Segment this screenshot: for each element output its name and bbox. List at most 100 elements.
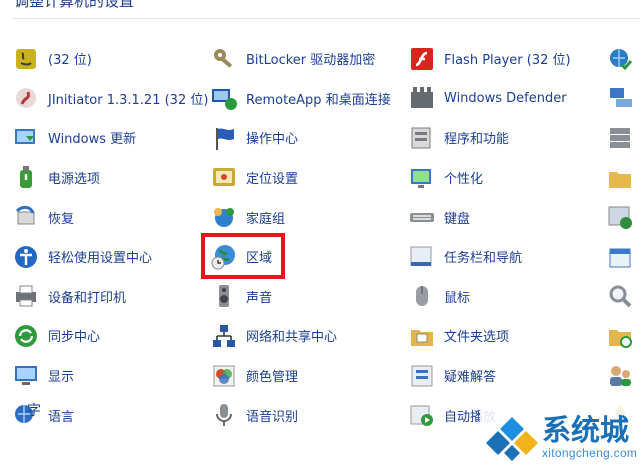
- control-panel-item[interactable]: 同步中心: [12, 316, 100, 356]
- control-panel-item-label: 区域: [246, 251, 273, 267]
- page-title: 调整计算机的设置: [14, 0, 135, 10]
- folder-icon: [606, 164, 634, 192]
- items-row: 恢复 家庭组 键盘: [0, 197, 640, 237]
- items-row: (32 位) BitLocker 驱动器加密 Flash Player (32 位): [0, 39, 640, 79]
- control-panel-item[interactable]: Flash Player (32 位): [408, 39, 571, 79]
- control-panel-item[interactable]: Windows 更新: [12, 118, 136, 158]
- color-management-icon: [210, 362, 238, 390]
- control-panel-item[interactable]: Windows Defender: [408, 79, 567, 119]
- control-panel-item[interactable]: RemoteApp 和桌面连接: [210, 79, 391, 119]
- control-panel-item[interactable]: 颜色管理: [210, 356, 298, 396]
- control-panel-item[interactable]: 网络和共享中心: [210, 316, 337, 356]
- bitlocker-key-icon: [210, 45, 238, 73]
- control-panel-item[interactable]: 鼠标: [408, 277, 470, 317]
- control-panel-item[interactable]: [606, 118, 634, 158]
- control-panel-item[interactable]: 轻松使用设置中心: [12, 237, 152, 277]
- control-panel-item[interactable]: 定位设置: [210, 158, 298, 198]
- control-panel-items-grid: (32 位) BitLocker 驱动器加密 Flash Player (32 位)…: [0, 39, 640, 435]
- window-check-icon: [606, 203, 634, 231]
- control-panel-item[interactable]: 设备和打印机: [12, 277, 126, 317]
- items-row: 轻松使用设置中心 区域 任务栏和导航: [0, 237, 640, 277]
- windows-defender-icon: [408, 84, 436, 112]
- control-panel-item-label: Windows 更新: [48, 132, 137, 148]
- control-panel-item[interactable]: [606, 39, 634, 79]
- language-icon: 字: [12, 401, 40, 429]
- control-panel-item-label: 恢复: [48, 211, 75, 227]
- java-icon: [12, 45, 40, 73]
- control-panel-item-label: 疑难解答: [444, 370, 497, 386]
- remoteapp-icon: [210, 84, 238, 112]
- control-panel-item-label: 定位设置: [246, 172, 299, 188]
- control-panel-item[interactable]: 任务栏和导航: [408, 237, 522, 277]
- control-panel-item[interactable]: 文件夹选项: [408, 316, 509, 356]
- control-panel-item-label: BitLocker 驱动器加密: [246, 53, 376, 69]
- devices-icon: [606, 84, 634, 112]
- control-panel-item[interactable]: [606, 237, 634, 277]
- control-panel-item-label: 程序和功能: [444, 132, 510, 148]
- mouse-icon: [408, 282, 436, 310]
- control-panel-item[interactable]: [606, 277, 634, 317]
- control-panel-item-label: Windows Defender: [444, 90, 567, 106]
- personalization-icon: [408, 164, 436, 192]
- control-panel-item[interactable]: [606, 316, 634, 356]
- control-panel-item[interactable]: 疑难解答: [408, 356, 496, 396]
- user-accounts-icon: [606, 362, 634, 390]
- jinitiator-icon: [12, 84, 40, 112]
- watermark-logo-icon: [486, 413, 538, 461]
- control-panel-item-label: 颜色管理: [246, 370, 299, 386]
- control-panel-item-label: (32 位): [48, 53, 92, 69]
- control-panel-item-label: 声音: [246, 290, 273, 306]
- control-panel-item-label: 轻松使用设置中心: [48, 251, 153, 267]
- watermark: 系统城 xitongcheng.com: [480, 403, 640, 471]
- troubleshooting-icon: [408, 362, 436, 390]
- control-panel-item[interactable]: [606, 356, 634, 396]
- programs-features-icon: [408, 124, 436, 152]
- control-panel-item[interactable]: 程序和功能: [408, 118, 509, 158]
- control-panel-item-label: 显示: [48, 370, 75, 386]
- homegroup-icon: [210, 203, 238, 231]
- control-panel-item[interactable]: BitLocker 驱动器加密: [210, 39, 375, 79]
- control-panel-item[interactable]: 区域: [210, 237, 272, 277]
- sync-center-icon: [12, 322, 40, 350]
- devices-printers-icon: [12, 282, 40, 310]
- control-panel-item-label: 设备和打印机: [48, 290, 127, 306]
- items-row: Windows 更新 操作中心 程序和功能: [0, 118, 640, 158]
- sound-icon: [210, 282, 238, 310]
- items-row: 显示 颜色管理 疑难解答: [0, 356, 640, 396]
- control-panel-item[interactable]: 字语言: [12, 395, 74, 435]
- control-panel-item[interactable]: 声音: [210, 277, 272, 317]
- taskbar-navigation-icon: [408, 243, 436, 271]
- control-panel-item-label: 同步中心: [48, 330, 101, 346]
- control-panel-item-label: 个性化: [444, 172, 484, 188]
- recovery-icon: [12, 203, 40, 231]
- control-panel-item[interactable]: [606, 79, 634, 119]
- control-panel-item-label: Flash Player (32 位): [444, 53, 571, 69]
- watermark-text-cn: 系统城: [542, 413, 630, 447]
- control-panel-item-label: JInitiator 1.3.1.21 (32 位): [48, 92, 209, 108]
- items-row: 电源选项 定位设置 个性化: [0, 158, 640, 198]
- control-panel-item[interactable]: 显示: [12, 356, 74, 396]
- header-strip: 调整计算机的设置: [0, 0, 640, 18]
- control-panel-item[interactable]: 语音识别: [210, 395, 298, 435]
- control-panel-item[interactable]: [606, 158, 634, 198]
- control-panel-item[interactable]: JInitiator 1.3.1.21 (32 位): [12, 79, 208, 119]
- control-panel-item[interactable]: 键盘: [408, 197, 470, 237]
- svg-text:字: 字: [27, 403, 40, 419]
- server-stack-icon: [606, 124, 634, 152]
- control-panel-item[interactable]: 个性化: [408, 158, 483, 198]
- control-panel-item[interactable]: 恢复: [12, 197, 74, 237]
- region-globe-clock-icon: [210, 243, 238, 271]
- folder-clock-icon: [606, 322, 634, 350]
- control-panel-item-label: 网络和共享中心: [246, 330, 338, 346]
- action-center-flag-icon: [210, 124, 238, 152]
- windows-update-icon: [12, 124, 40, 152]
- control-panel-item-label: 家庭组: [246, 211, 286, 227]
- control-panel-item[interactable]: 家庭组: [210, 197, 285, 237]
- magnifier-icon: [606, 282, 634, 310]
- folder-options-icon: [408, 322, 436, 350]
- control-panel-item[interactable]: (32 位): [12, 39, 92, 79]
- control-panel-item[interactable]: 操作中心: [210, 118, 298, 158]
- control-panel-item[interactable]: [606, 197, 634, 237]
- calendar-icon: [606, 243, 634, 271]
- control-panel-item[interactable]: 电源选项: [12, 158, 100, 198]
